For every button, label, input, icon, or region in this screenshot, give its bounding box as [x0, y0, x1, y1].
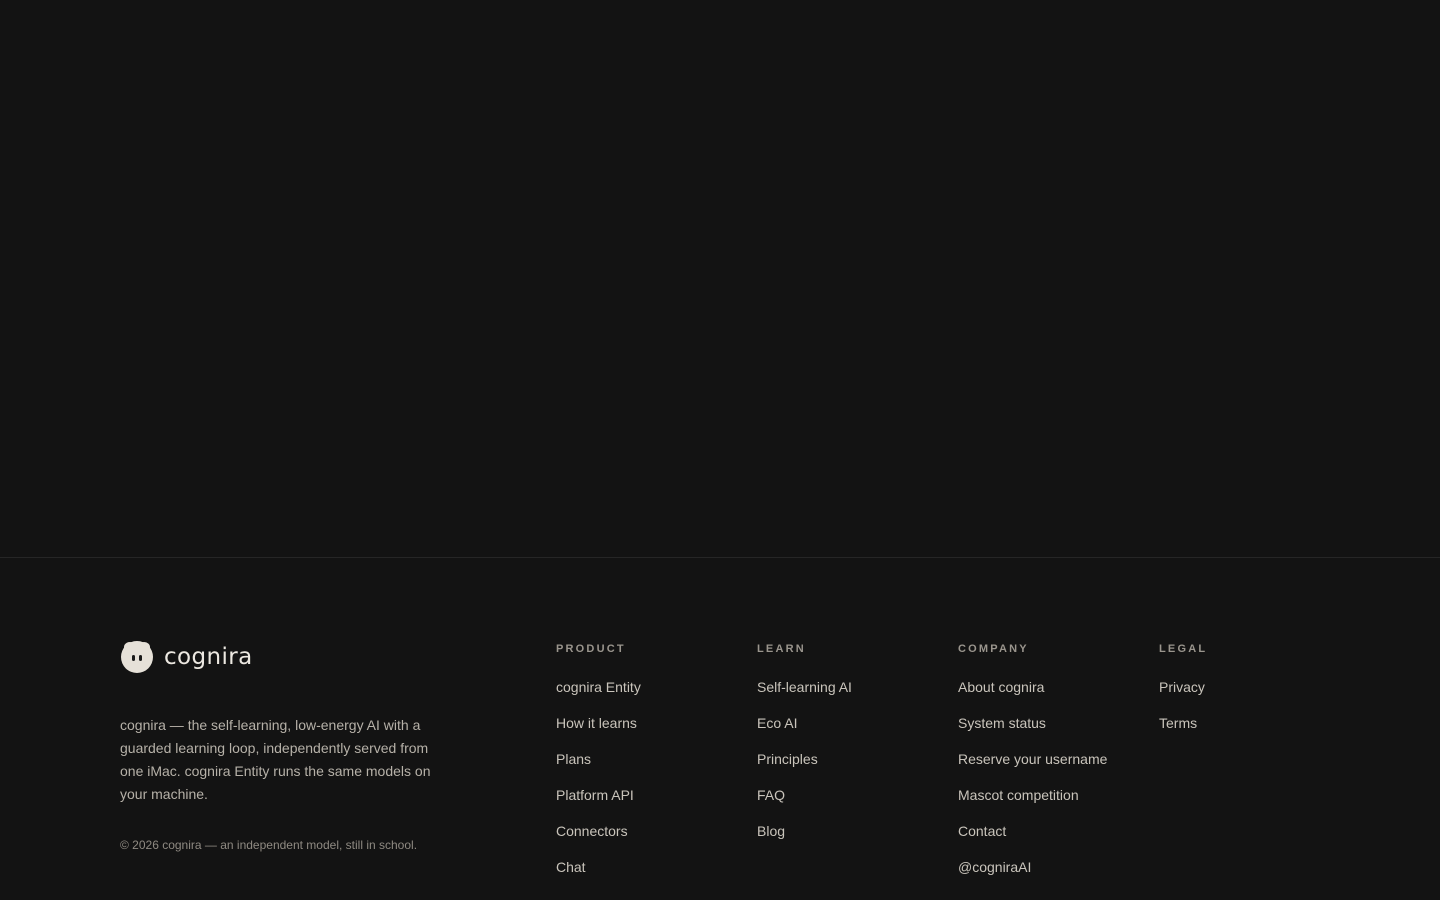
footer-link-connectors[interactable]: Connectors	[556, 822, 746, 858]
footer-link-how-it-learns[interactable]: How it learns	[556, 714, 746, 750]
footer-column-legal: LEGAL Privacy Terms	[1159, 642, 1349, 750]
brand-wordmark: cognira	[164, 644, 253, 670]
column-heading-legal: LEGAL	[1159, 643, 1208, 655]
footer-link-faq[interactable]: FAQ	[757, 786, 947, 822]
footer-link-reserve-username[interactable]: Reserve your username	[958, 750, 1148, 786]
footer-link-self-learning-ai[interactable]: Self-learning AI	[757, 678, 947, 714]
footer-link-privacy[interactable]: Privacy	[1159, 678, 1349, 714]
copyright-text: © 2026 cognira — an independent model, s…	[120, 838, 418, 852]
page: cognira cognira — the self-learning, low…	[0, 0, 1440, 900]
footer-column-company: COMPANY About cognira System status Rese…	[958, 642, 1148, 894]
footer-link-eco-ai[interactable]: Eco AI	[757, 714, 947, 750]
footer-column-product: PRODUCT cognira Entity How it learns Pla…	[556, 642, 746, 894]
mascot-icon	[121, 641, 153, 673]
footer-link-blog[interactable]: Blog	[757, 822, 947, 858]
footer-link-platform-api[interactable]: Platform API	[556, 786, 746, 822]
footer-link-plans[interactable]: Plans	[556, 750, 746, 786]
footer-link-about[interactable]: About cognira	[958, 678, 1148, 714]
brand-tagline: cognira — the self-learning, low-energy …	[120, 717, 431, 802]
column-heading-learn: LEARN	[757, 643, 806, 655]
logo-link[interactable]: cognira	[120, 640, 450, 674]
footer-link-principles[interactable]: Principles	[757, 750, 947, 786]
footer-link-system-status[interactable]: System status	[958, 714, 1148, 750]
footer-link-terms[interactable]: Terms	[1159, 714, 1349, 750]
footer-link-chat[interactable]: Chat	[556, 858, 746, 894]
footer-brand: cognira cognira — the self-learning, low…	[120, 640, 450, 852]
empty-content-area	[0, 0, 1440, 557]
footer-column-learn: LEARN Self-learning AI Eco AI Principles…	[757, 642, 947, 858]
footer-link-contact[interactable]: Contact	[958, 822, 1148, 858]
column-heading-company: COMPANY	[958, 643, 1029, 655]
site-footer: cognira cognira — the self-learning, low…	[0, 557, 1440, 900]
footer-link-social-handle[interactable]: @cogniraAI	[958, 858, 1148, 894]
footer-link-mascot-competition[interactable]: Mascot competition	[958, 786, 1148, 822]
footer-link-cognira-entity[interactable]: cognira Entity	[556, 678, 746, 714]
column-heading-product: PRODUCT	[556, 643, 626, 655]
